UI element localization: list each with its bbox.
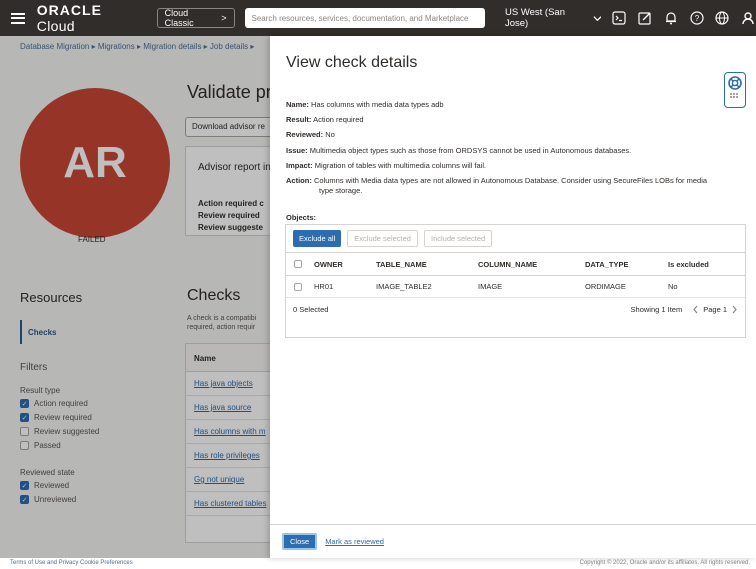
name-label: Name: <box>286 100 309 109</box>
close-button[interactable]: Close <box>282 533 318 550</box>
impact-label: Impact: <box>286 161 313 170</box>
top-navigation-bar: ORACLE Cloud Cloud Classic > Search reso… <box>0 0 756 36</box>
objects-label: Objects: <box>286 213 317 222</box>
select-all-checkbox[interactable] <box>294 260 302 268</box>
objects-table-header: OWNER TABLE_NAME COLUMN_NAME DATA_TYPE I… <box>286 253 745 276</box>
mark-as-reviewed-link[interactable]: Mark as reviewed <box>325 537 384 546</box>
column-header-owner[interactable]: OWNER <box>314 260 376 269</box>
modal-overlay[interactable] <box>0 36 270 558</box>
help-icon[interactable]: ? <box>689 10 705 26</box>
region-label: US West (San Jose) <box>504 7 565 29</box>
chevron-right-icon[interactable] <box>731 305 738 314</box>
showing-count: Showing 1 Item <box>630 304 683 314</box>
language-icon[interactable] <box>714 10 730 26</box>
brand-suffix: Cloud <box>36 18 75 34</box>
profile-icon[interactable] <box>740 10 756 26</box>
svg-text:?: ? <box>694 14 699 23</box>
exclude-all-button[interactable]: Exclude all <box>293 230 342 247</box>
check-impact: Impact: Migration of tables with multime… <box>286 161 486 171</box>
check-action: Action: Columns with Media data types ar… <box>286 176 707 196</box>
region-selector[interactable]: US West (San Jose) <box>505 7 601 29</box>
grid-dots-icon <box>730 93 740 98</box>
cell-table-name: IMAGE_TABLE2 <box>376 282 432 291</box>
cell-data-type: ORDIMAGE <box>585 282 626 291</box>
notifications-icon[interactable] <box>663 10 679 26</box>
search-input[interactable]: Search resources, services, documentatio… <box>244 8 485 28</box>
edit-icon[interactable] <box>637 10 653 26</box>
pagination: Page 1 <box>692 305 738 314</box>
column-header-data-type[interactable]: DATA_TYPE <box>585 260 668 269</box>
search-placeholder: Search resources, services, documentatio… <box>251 13 469 23</box>
cloud-classic-button[interactable]: Cloud Classic > <box>156 8 235 28</box>
panel-footer: Close Mark as reviewed <box>270 524 756 558</box>
page-footer: Terms of Use and Privacy Cookie Preferen… <box>0 558 756 569</box>
check-reviewed: Reviewed: No <box>286 130 335 140</box>
action-value: Columns with Media data types are not al… <box>313 176 708 185</box>
check-details-panel: View check details Name: Has columns wit… <box>270 36 756 558</box>
column-header-table-name[interactable]: TABLE_NAME <box>376 260 478 269</box>
issue-value: Multimedia object types such as those fr… <box>309 146 632 155</box>
row-checkbox[interactable] <box>294 282 302 291</box>
column-header-is-excluded[interactable]: Is excluded <box>668 260 709 269</box>
selected-count: 0 Selected <box>293 304 329 314</box>
impact-value: Migration of tables with multimedia colu… <box>314 161 487 170</box>
include-selected-button[interactable]: Include selected <box>423 230 493 247</box>
name-value: Has columns with media data types adb <box>311 100 444 109</box>
chevron-right-icon: > <box>221 13 227 23</box>
action-label: Action: <box>286 176 312 185</box>
cell-column-name: IMAGE <box>478 282 503 291</box>
copyright: Copyright © 2022, Oracle and/or its affi… <box>579 560 750 566</box>
cloud-classic-label: Cloud Classic <box>164 8 194 28</box>
lifebuoy-icon <box>728 76 742 90</box>
objects-toolbar: Exclude all Exclude selected Include sel… <box>286 225 745 253</box>
help-widget-button[interactable] <box>724 72 746 108</box>
oracle-cloud-logo[interactable]: ORACLE Cloud <box>37 2 143 34</box>
objects-table: Exclude all Exclude selected Include sel… <box>285 224 746 338</box>
footer-links[interactable]: Terms of Use and Privacy Cookie Preferen… <box>10 560 133 566</box>
page-indicator: Page 1 <box>703 304 727 314</box>
result-label: Result: <box>286 115 312 124</box>
chevron-down-icon <box>593 15 601 21</box>
brand-name: ORACLE <box>36 2 102 18</box>
result-value: Action required <box>313 115 364 124</box>
menu-icon[interactable] <box>11 12 25 24</box>
check-result: Result: Action required <box>286 115 364 125</box>
panel-title: View check details <box>286 54 418 71</box>
chevron-left-icon[interactable] <box>692 305 699 314</box>
check-issue: Issue: Multimedia object types such as t… <box>286 146 631 156</box>
table-row[interactable]: HR01 IMAGE_TABLE2 IMAGE ORDIMAGE No <box>286 276 745 298</box>
cell-is-excluded: No <box>668 282 678 291</box>
objects-table-footer: 0 Selected Showing 1 Item Page 1 <box>286 298 745 320</box>
reviewed-value: No <box>325 130 335 139</box>
action-value-continued: type storage. <box>319 186 363 195</box>
exclude-selected-button[interactable]: Exclude selected <box>347 230 418 247</box>
column-header-column-name[interactable]: COLUMN_NAME <box>478 260 585 269</box>
issue-label: Issue: <box>286 146 308 155</box>
cloud-shell-icon[interactable] <box>611 10 627 26</box>
check-name: Name: Has columns with media data types … <box>286 100 444 110</box>
cell-owner: HR01 <box>314 282 334 291</box>
reviewed-label: Reviewed: <box>286 130 324 139</box>
